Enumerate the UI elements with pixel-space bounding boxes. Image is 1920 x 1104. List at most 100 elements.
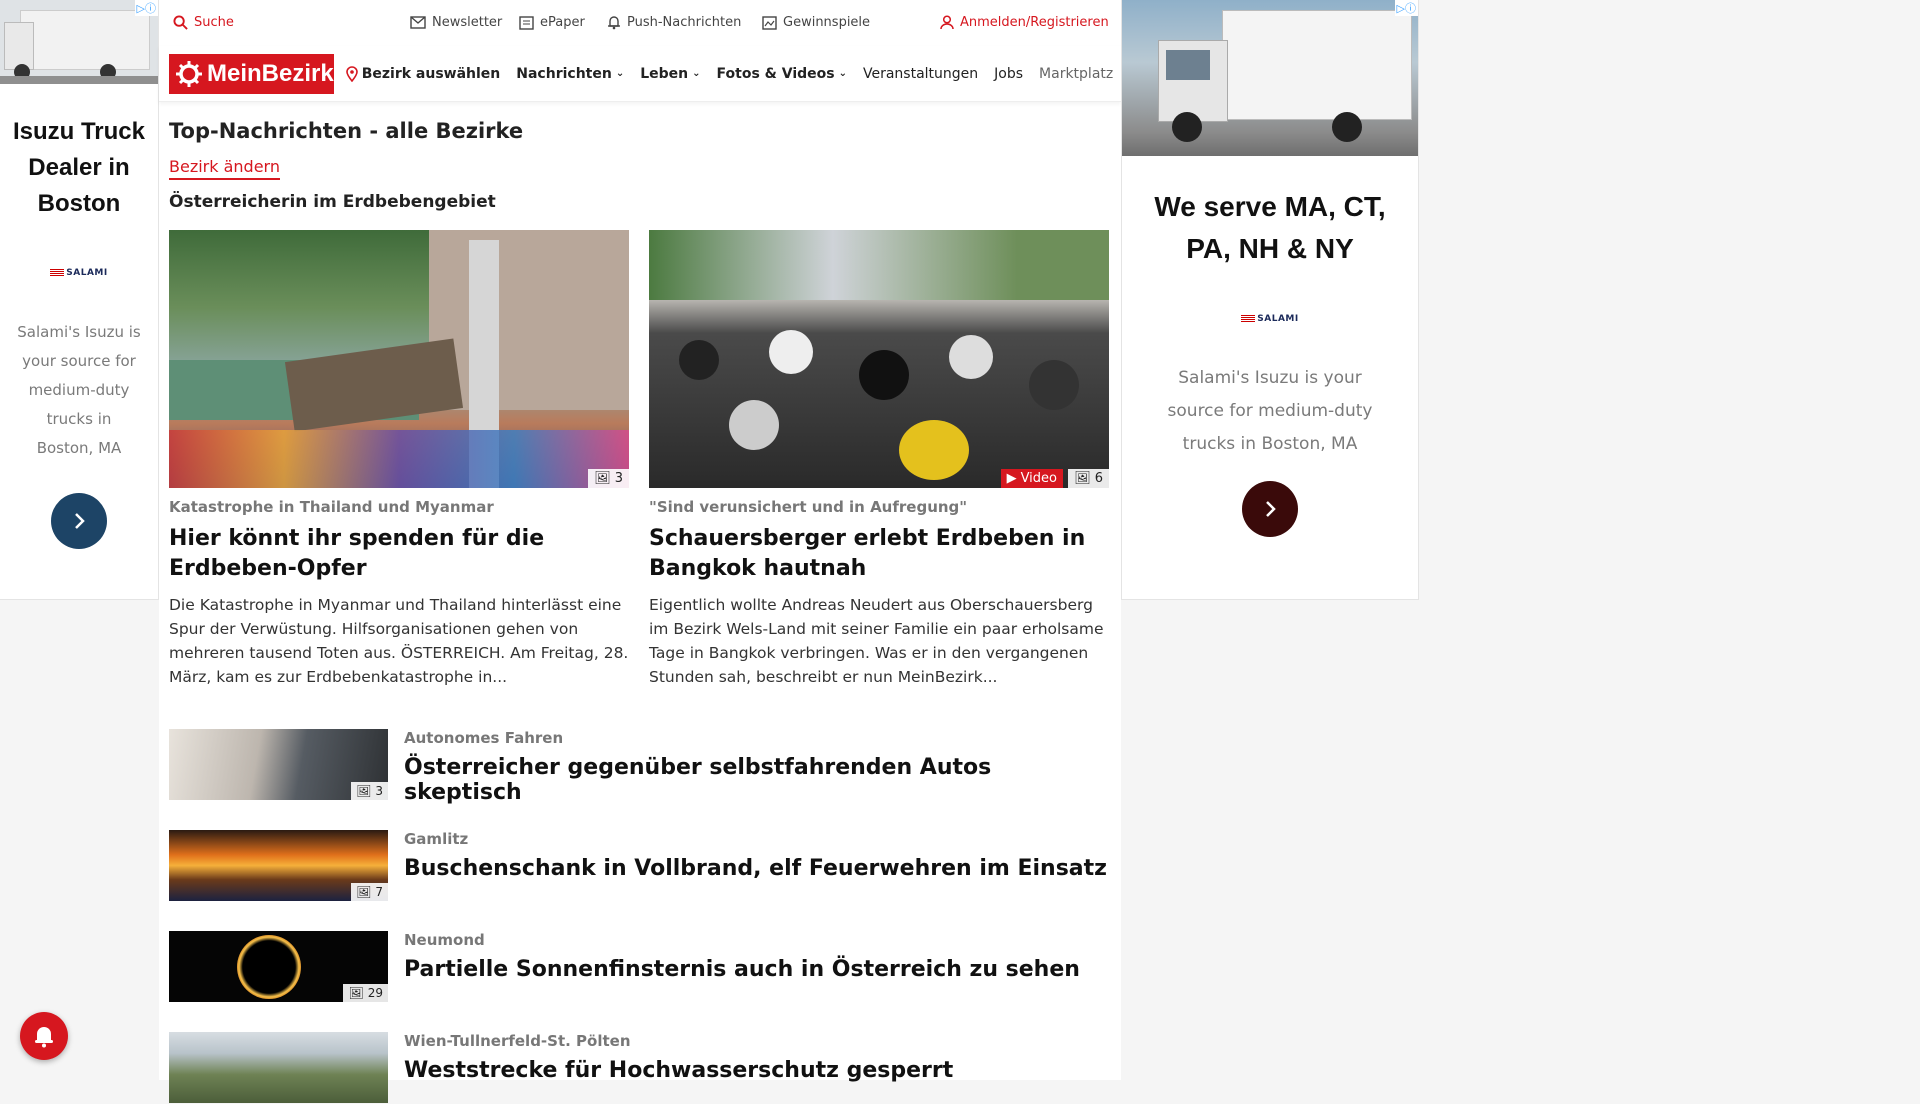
ad-title[interactable]: We serve MA, CT, PA, NH & NY xyxy=(1122,186,1418,270)
main-column: Suche Newsletter ePaper Push-Nachrichten… xyxy=(159,0,1121,1104)
list-thumbnail[interactable] xyxy=(169,1032,388,1104)
gift-icon xyxy=(762,15,777,30)
chevron-right-icon xyxy=(1266,501,1276,517)
article-card[interactable]: 🖼 3 Katastrophe in Thailand und Myanmar H… xyxy=(169,230,629,689)
topic-heading[interactable]: Österreicherin im Erdbebengebiet xyxy=(169,192,1111,212)
logo-text: MeinBezirk xyxy=(207,59,334,87)
epaper-label: ePaper xyxy=(540,15,585,30)
article-image[interactable]: 🖼 3 xyxy=(169,230,629,488)
image-count-badge: 🖼 3 xyxy=(588,469,629,488)
list-title[interactable]: Partielle Sonnenfinsternis auch in Öster… xyxy=(404,957,1080,982)
image-icon: 🖼 xyxy=(356,885,372,900)
list-title[interactable]: Buschenschank in Vollbrand, elf Feuerweh… xyxy=(404,856,1107,881)
search-link[interactable]: Suche xyxy=(173,15,234,30)
image-icon: 🖼 xyxy=(348,986,364,1001)
nav-veranstaltungen[interactable]: Veranstaltungen xyxy=(863,66,978,82)
ad-title[interactable]: Isuzu Truck Dealer in Boston xyxy=(0,114,158,222)
article-image[interactable]: ▶ Video 🖼 6 xyxy=(649,230,1109,488)
nav-marktplatz[interactable]: Marktplatz xyxy=(1039,66,1113,82)
nav-label: Nachrichten xyxy=(516,65,612,82)
nav-jobs[interactable]: Jobs xyxy=(994,66,1023,82)
ad-choices-icon[interactable]: ▷ⓘ xyxy=(1394,0,1418,16)
article-headline[interactable]: Schauersberger erlebt Erdbeben in Bangko… xyxy=(649,524,1109,583)
newsletter-label: Newsletter xyxy=(432,15,503,30)
list-kicker: Neumond xyxy=(404,931,485,950)
list-kicker: Gamlitz xyxy=(404,830,469,849)
image-count: 6 xyxy=(1094,471,1103,486)
push-label: Push-Nachrichten xyxy=(627,15,742,30)
chevron-down-icon: ⌄ xyxy=(838,68,847,79)
change-district-link[interactable]: Bezirk ändern xyxy=(169,157,280,180)
nav-nachrichten[interactable]: Nachrichten ⌄ xyxy=(516,66,624,82)
list-title[interactable]: Österreicher gegenüber selbstfahrenden A… xyxy=(404,755,1111,805)
image-count-badge: 🖼 29 xyxy=(343,984,388,1003)
login-label: Anmelden/Registrieren xyxy=(960,15,1109,30)
image-count-badge: 🖼 6 xyxy=(1068,469,1109,488)
nav-fotos-videos[interactable]: Fotos & Videos ⌄ xyxy=(717,66,847,82)
list-item[interactable]: 🖼 7 Gamlitz Buschenschank in Vollbrand, e… xyxy=(169,830,1111,902)
ad-choices-icon[interactable]: ▷ⓘ xyxy=(134,0,158,16)
list-item[interactable]: Wien-Tullnerfeld-St. Pölten Weststrecke … xyxy=(169,1032,1111,1104)
list-thumbnail[interactable]: 🖼 29 xyxy=(169,931,388,1003)
ad-logo: SALAMI xyxy=(1122,314,1418,324)
epaper-link[interactable]: ePaper xyxy=(519,15,585,30)
notification-bell-button[interactable] xyxy=(20,1012,68,1060)
image-icon: 🖼 xyxy=(356,784,372,799)
main-nav: MeinBezirk Bezirk auswählen Nachrichten ⌄… xyxy=(159,46,1121,102)
video-label: Video xyxy=(1020,471,1057,486)
district-select[interactable]: Bezirk auswählen xyxy=(345,65,501,82)
contests-label: Gewinnspiele xyxy=(783,15,871,30)
site-logo[interactable]: MeinBezirk xyxy=(169,53,334,94)
push-link[interactable]: Push-Nachrichten xyxy=(607,15,741,30)
nav-label: Leben xyxy=(640,65,689,82)
list-item[interactable]: 🖼 3 Autonomes Fahren Österreicher gegenüb… xyxy=(169,729,1111,805)
article-card[interactable]: ▶ Video 🖼 6 "Sind verunsichert und in Aufr… xyxy=(649,230,1109,689)
location-pin-icon xyxy=(345,65,358,82)
play-icon: ▶ xyxy=(1006,471,1017,486)
chevron-down-icon: ⌄ xyxy=(692,68,701,79)
list-kicker: Autonomes Fahren xyxy=(404,729,564,748)
newsletter-link[interactable]: Newsletter xyxy=(410,15,502,30)
login-link[interactable]: Anmelden/Registrieren xyxy=(940,15,1109,30)
mail-icon xyxy=(410,16,426,29)
ad-logo: SALAMI xyxy=(0,268,158,278)
ad-truck-image[interactable]: ▷ⓘ xyxy=(0,0,158,84)
newspaper-icon xyxy=(519,15,534,30)
image-count: 3 xyxy=(375,784,383,799)
nav-label: Fotos & Videos xyxy=(716,65,835,82)
image-count: 7 xyxy=(375,885,383,900)
article-teaser: Die Katastrophe in Myanmar und Thailand … xyxy=(169,596,629,687)
list-thumbnail[interactable]: 🖼 3 xyxy=(169,729,388,801)
left-ad[interactable]: ▷ⓘ Isuzu Truck Dealer in Boston SALAMI S… xyxy=(0,0,159,600)
image-count-badge: 🖼 7 xyxy=(351,883,388,902)
article-kicker: Katastrophe in Thailand und Myanmar xyxy=(169,498,494,516)
nav-leben[interactable]: Leben ⌄ xyxy=(640,66,700,82)
list-thumbnail[interactable]: 🖼 7 xyxy=(169,830,388,902)
article-headline[interactable]: Hier könnt ihr spenden für die Erdbeben-… xyxy=(169,524,629,583)
image-count: 3 xyxy=(614,471,623,486)
bell-icon xyxy=(608,16,620,30)
image-icon: 🖼 xyxy=(1074,471,1091,486)
district-label: Bezirk auswählen xyxy=(361,65,501,82)
chevron-right-icon xyxy=(75,513,85,529)
section-title: Top-Nachrichten - alle Bezirke xyxy=(169,119,524,143)
right-ad[interactable]: ▷ⓘ We serve MA, CT, PA, NH & NY SALAMI S… xyxy=(1121,0,1419,600)
ad-arrow-button[interactable] xyxy=(51,493,107,549)
article-kicker: "Sind verunsichert und in Aufregung" xyxy=(649,498,968,516)
article-teaser: Eigentlich wollte Andreas Neudert aus Ob… xyxy=(649,596,1104,687)
ad-arrow-button[interactable] xyxy=(1242,481,1298,537)
ad-truck-image[interactable]: ▷ⓘ xyxy=(1122,0,1418,156)
top-bar: Suche Newsletter ePaper Push-Nachrichten… xyxy=(159,0,1121,46)
nav-label: Marktplatz xyxy=(1039,65,1114,82)
list-kicker: Wien-Tullnerfeld-St. Pölten xyxy=(404,1032,631,1051)
user-icon xyxy=(940,15,954,30)
video-badge: ▶ Video xyxy=(1000,469,1063,488)
image-count-badge: 🖼 3 xyxy=(351,782,388,801)
contests-link[interactable]: Gewinnspiele xyxy=(762,15,870,30)
ad-text: Salami's Isuzu is your source for medium… xyxy=(17,323,141,457)
bell-icon xyxy=(35,1027,53,1048)
chevron-down-icon: ⌄ xyxy=(615,68,625,79)
list-item[interactable]: 🖼 29 Neumond Partielle Sonnenfinsternis a… xyxy=(169,931,1111,1003)
search-icon xyxy=(173,15,188,30)
search-label: Suche xyxy=(194,15,234,30)
